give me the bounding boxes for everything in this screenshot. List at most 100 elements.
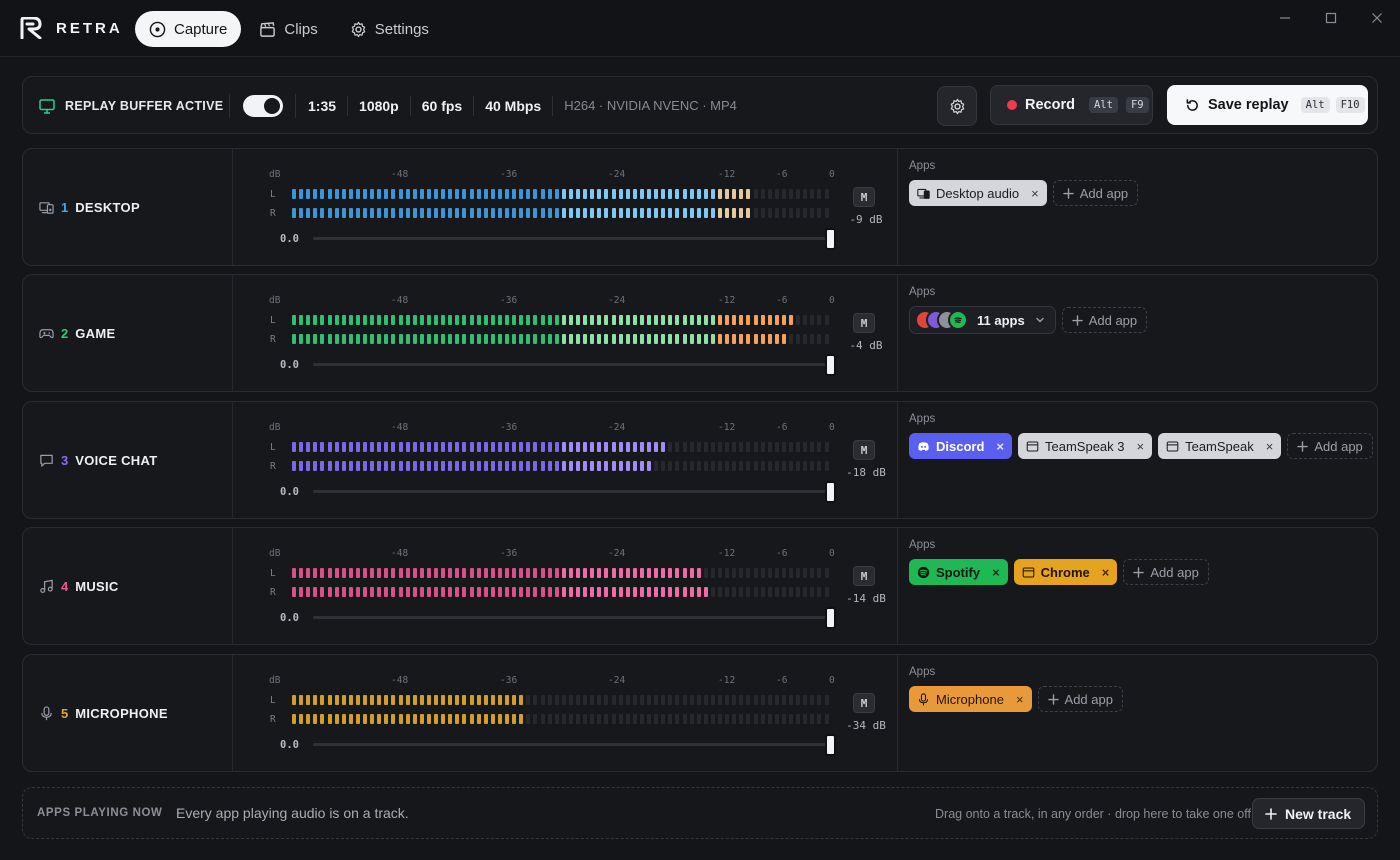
mute-button[interactable]: M — [853, 440, 875, 460]
remove-app-icon[interactable]: × — [1137, 439, 1145, 454]
meter-segment — [696, 695, 701, 705]
volume-fader-handle[interactable] — [825, 354, 836, 376]
app-chip-list: Discord × TeamSpeak 3 × TeamSpeak × Add app — [909, 433, 1373, 459]
meter-segment — [554, 568, 559, 578]
meter-segment — [817, 714, 822, 724]
maximize-button[interactable] — [1321, 8, 1341, 28]
meter-segment — [583, 695, 588, 705]
volume-fader-handle[interactable] — [825, 228, 836, 250]
meter-segment — [320, 189, 325, 199]
meter-segment — [327, 334, 332, 344]
close-window-button[interactable] — [1367, 8, 1387, 28]
meter-segment — [419, 695, 424, 705]
replay-buffer-toggle[interactable] — [243, 95, 283, 117]
meter-segment — [725, 315, 730, 325]
volume-fader[interactable] — [313, 743, 831, 746]
add-app-button[interactable]: Add app — [1052, 180, 1139, 206]
track-microphone: 5 MICROPHONE dB -48 -36 -24 -12 -6 0 L R 0.0 M -34 dB… — [22, 654, 1378, 772]
volume-fader-handle[interactable] — [825, 607, 836, 629]
meter-segment — [647, 442, 651, 452]
meter-segment — [774, 461, 779, 471]
tab-settings-label: Settings — [374, 20, 429, 38]
track-name[interactable]: 2 GAME — [39, 275, 233, 391]
meter-segment — [526, 442, 531, 452]
new-track-button[interactable]: New track — [1252, 798, 1365, 829]
meter-segment — [292, 189, 296, 199]
remove-app-icon[interactable]: × — [996, 439, 1004, 454]
volume-fader[interactable] — [313, 490, 831, 493]
app-chip[interactable]: Desktop audio × — [909, 180, 1047, 206]
meter-segment — [497, 208, 502, 218]
meter-segment — [292, 714, 296, 724]
record-key-f9: F9 — [1125, 97, 1149, 113]
remove-app-icon[interactable]: × — [1102, 565, 1110, 580]
app-chip[interactable]: Discord × — [909, 433, 1012, 459]
minimize-button[interactable] — [1275, 8, 1295, 28]
meter-segment — [512, 714, 517, 724]
app-chip[interactable]: Microphone × — [909, 686, 1032, 712]
meter-segment — [810, 568, 815, 578]
save-replay-button[interactable]: Save replay Alt F10 — [1167, 85, 1368, 125]
meter-segment — [412, 714, 417, 724]
volume-fader[interactable] — [313, 237, 831, 240]
meter-segment — [313, 568, 318, 578]
add-app-button[interactable]: Add app — [1061, 307, 1148, 333]
meter-scale-label: -48 — [391, 548, 409, 559]
meter-segment — [753, 461, 758, 471]
add-app-button[interactable]: Add app — [1123, 559, 1209, 585]
meter-segment — [561, 189, 566, 199]
meter-segment — [540, 568, 545, 578]
app-group-dropdown[interactable]: 11 apps — [909, 306, 1056, 334]
app-chip[interactable]: TeamSpeak × — [1158, 433, 1282, 459]
mute-button[interactable]: M — [853, 566, 875, 586]
volume-value: 0.0 — [280, 486, 299, 498]
track-name[interactable]: 5 MICROPHONE — [39, 655, 233, 771]
meter-segment — [739, 568, 744, 578]
app-chip[interactable]: Chrome × — [1013, 559, 1118, 585]
app-chip[interactable]: TeamSpeak 3 × — [1018, 433, 1153, 459]
capture-settings-button[interactable] — [937, 86, 977, 126]
track-name[interactable]: 4 MUSIC — [39, 528, 233, 644]
meter-segment — [299, 587, 304, 597]
tab-clips[interactable]: Clips — [245, 11, 331, 47]
meter-segment — [320, 315, 325, 325]
tab-capture[interactable]: Capture — [135, 11, 242, 47]
meter-segment — [292, 568, 296, 578]
mute-button[interactable]: M — [853, 693, 875, 713]
meter-segment — [718, 315, 722, 325]
remove-app-icon[interactable]: × — [1266, 439, 1274, 454]
mute-button[interactable]: M — [853, 313, 875, 333]
meter-segment — [497, 714, 502, 724]
remove-app-icon[interactable]: × — [1031, 186, 1039, 201]
meter-segment — [604, 714, 609, 724]
meter-segment — [355, 587, 360, 597]
volume-fader[interactable] — [313, 616, 831, 619]
meter-segment — [476, 695, 481, 705]
tab-settings[interactable]: Settings — [336, 11, 443, 47]
remove-app-icon[interactable]: × — [992, 565, 1000, 580]
record-button[interactable]: Record Alt F9 — [990, 85, 1153, 125]
add-app-button[interactable]: Add app — [1287, 433, 1373, 459]
meter-segment — [441, 315, 446, 325]
app-chip[interactable]: Spotify × — [909, 559, 1008, 585]
add-app-button[interactable]: Add app — [1037, 686, 1123, 712]
discord-icon — [917, 440, 930, 453]
meter-segment — [505, 334, 509, 344]
remove-app-icon[interactable]: × — [1016, 692, 1024, 707]
meter-segment — [561, 208, 566, 218]
volume-fader-handle[interactable] — [825, 481, 836, 503]
meter-segment — [576, 695, 580, 705]
meter-segment — [370, 315, 375, 325]
meter-segment — [682, 587, 687, 597]
meter-segment — [739, 587, 744, 597]
volume-fader[interactable] — [313, 363, 831, 366]
meter-segment — [654, 714, 659, 724]
volume-fader-handle[interactable] — [825, 734, 836, 756]
channel-meter-L — [292, 315, 837, 325]
track-name[interactable]: 3 VOICE CHAT — [39, 402, 233, 518]
mute-button[interactable]: M — [853, 187, 875, 207]
meter-segment — [760, 334, 765, 344]
track-name[interactable]: 1 DESKTOP — [39, 149, 233, 265]
meter-segment — [419, 189, 424, 199]
apps-playing-now-dropzone[interactable]: APPS PLAYING NOW Every app playing audio… — [22, 787, 1378, 839]
